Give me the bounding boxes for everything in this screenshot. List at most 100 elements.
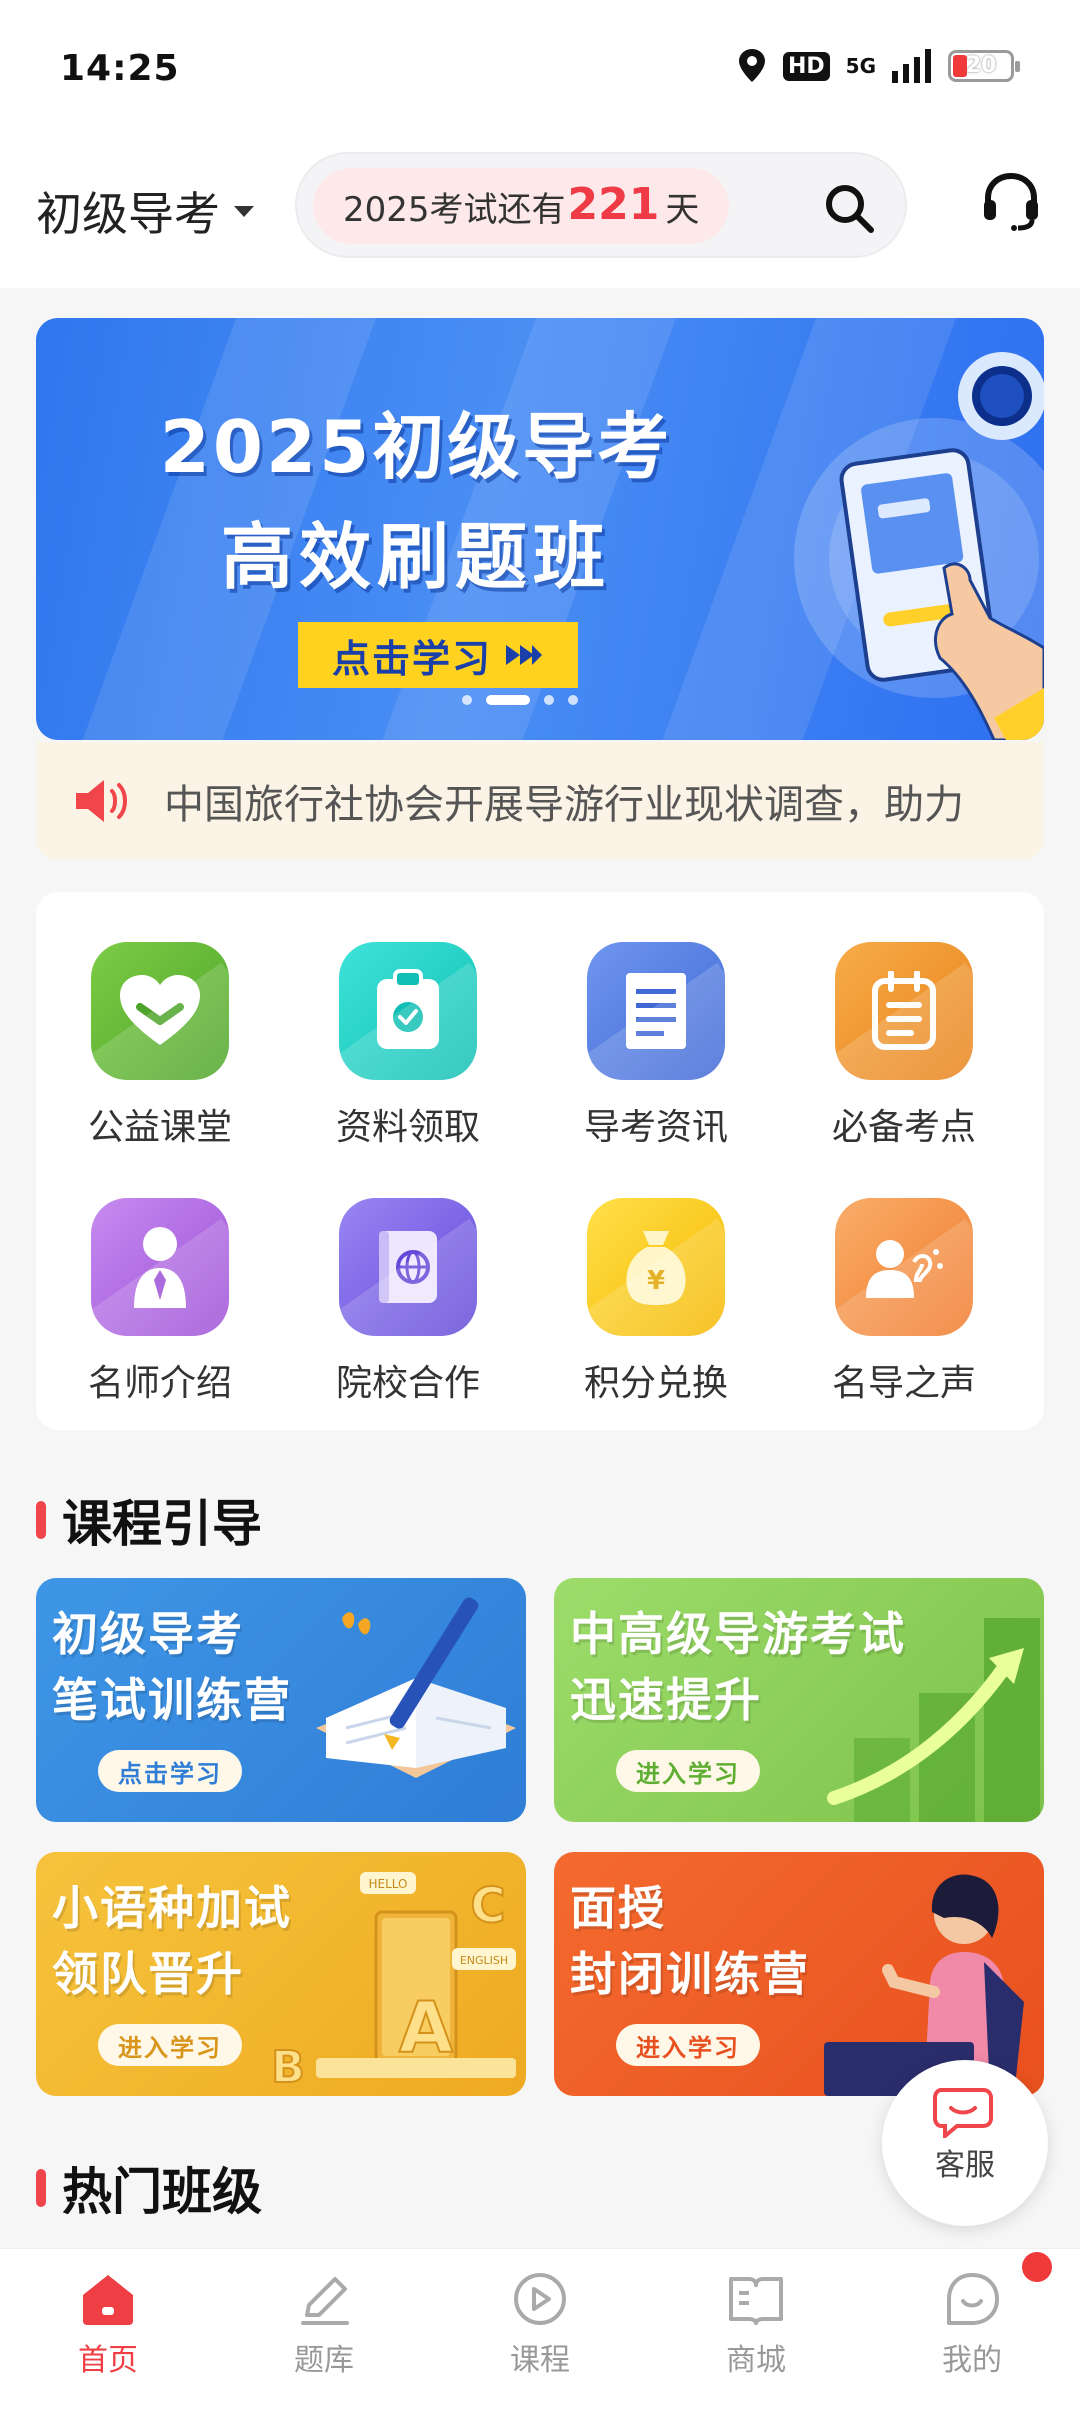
- banner-pagination: [462, 695, 578, 705]
- customer-service-float-button[interactable]: 客服: [882, 2060, 1048, 2226]
- grid-item-exam-news[interactable]: 导考资讯: [532, 942, 780, 1150]
- tab-question-bank[interactable]: 题库: [244, 2271, 404, 2379]
- section-hot-header: 热门班级: [36, 2152, 262, 2224]
- smile-icon: [947, 2273, 999, 2325]
- countdown-prefix: 2025考试还有: [343, 189, 566, 230]
- search-bar[interactable]: 2025考试还有 221 天: [295, 152, 907, 258]
- grid-item-schools[interactable]: 院校合作: [284, 1198, 532, 1406]
- phone-hand-illustration: [794, 352, 1044, 740]
- tab-label: 我的: [942, 2343, 1002, 2378]
- course-title-line1: 中高级导游考试: [570, 1607, 906, 1661]
- books-letters-illustration: A B C HELLO ENGLISH: [270, 1872, 516, 2094]
- exam-type-dropdown[interactable]: 初级导考: [36, 178, 254, 244]
- svg-text:B: B: [271, 2042, 305, 2093]
- course-title-line2: 领队晋升: [52, 1947, 244, 2001]
- grid-item-points-exchange[interactable]: ¥ 积分兑换: [532, 1198, 780, 1406]
- network-label: 5G: [845, 54, 876, 78]
- banner-subtitle: 高效刷题班: [220, 515, 611, 599]
- pencil-icon: [301, 2277, 349, 2325]
- banner-dot: [462, 695, 472, 705]
- course-card-primary-guide[interactable]: 初级导考 笔试训练营 点击学习: [36, 1578, 526, 1822]
- section-marker: [36, 2169, 46, 2207]
- countdown-suffix: 天: [665, 189, 700, 230]
- banner-study-button[interactable]: 点击学习: [298, 622, 578, 688]
- tab-home[interactable]: 首页: [28, 2271, 188, 2379]
- grid-label: 导考资讯: [583, 1107, 728, 1148]
- customer-service-label: 客服: [935, 2148, 995, 2183]
- book-pen-illustration: [316, 1597, 516, 1778]
- exam-countdown: 2025考试还有 221 天: [313, 168, 730, 244]
- status-time: 14:25: [60, 48, 180, 89]
- banner-button-label: 点击学习: [331, 636, 492, 681]
- exam-type-label: 初级导考: [36, 187, 220, 241]
- grid-label: 名导之声: [831, 1363, 976, 1404]
- notice-text: 中国旅行社协会开展导游行业现状调查，助力: [164, 782, 964, 828]
- voice-user-icon: [835, 1198, 973, 1336]
- svg-text:ENGLISH: ENGLISH: [460, 1954, 508, 1967]
- section-title: 热门班级: [62, 2163, 262, 2221]
- money-bag-icon: ¥: [587, 1198, 725, 1336]
- heart-icon: [91, 942, 229, 1080]
- grid-label: 公益课堂: [87, 1107, 232, 1148]
- home-icon: [83, 2275, 133, 2325]
- grid-item-guide-voices[interactable]: 名导之声: [780, 1198, 1028, 1406]
- grid-item-key-points[interactable]: 必备考点: [780, 942, 1028, 1150]
- tab-label: 商城: [726, 2343, 786, 2378]
- banner-title: 2025初级导考: [159, 405, 673, 489]
- course-title-line1: 初级导考: [52, 1607, 244, 1661]
- tab-label: 课程: [510, 2343, 570, 2378]
- headset-icon[interactable]: [980, 170, 1042, 232]
- section-title: 课程引导: [62, 1495, 262, 1553]
- status-icons: HD 5G 20: [737, 48, 1020, 84]
- notification-dot: [1022, 2252, 1052, 2282]
- status-bar: 14:25 HD 5G 20: [0, 0, 1080, 140]
- grid-label: 名师介绍: [87, 1363, 232, 1404]
- clipboard-check-icon: [339, 942, 477, 1080]
- grid-label: 院校合作: [335, 1363, 480, 1404]
- grid-label: 必备考点: [831, 1107, 976, 1148]
- banner-dot: [568, 695, 578, 705]
- course-title-line2: 笔试训练营: [52, 1673, 292, 1727]
- book-icon: [729, 2277, 783, 2325]
- course-card-minor-language[interactable]: A B C HELLO ENGLISH 小语种加试 领队晋升 进入学习: [36, 1852, 526, 2096]
- notepad-icon: [835, 942, 973, 1080]
- course-study-button[interactable]: 进入学习: [616, 1750, 760, 1792]
- fast-forward-icon: [506, 645, 542, 665]
- tab-courses[interactable]: 课程: [460, 2271, 620, 2379]
- course-title-line1: 面授: [570, 1881, 666, 1935]
- document-icon: [587, 942, 725, 1080]
- grid-label: 资料领取: [335, 1107, 480, 1148]
- grid-item-materials[interactable]: 资料领取: [284, 942, 532, 1150]
- course-card-advanced-guide[interactable]: 中高级导游考试 迅速提升 进入学习: [554, 1578, 1044, 1822]
- svg-text:A: A: [399, 1987, 453, 2069]
- grid-label: 积分兑换: [583, 1363, 728, 1404]
- svg-text:C: C: [470, 1878, 505, 1934]
- app-page: 14:25 HD 5G 20 初级导考 2025考试还有 221 天 2025初…: [0, 0, 1080, 2412]
- course-study-button[interactable]: 进入学习: [616, 2024, 760, 2066]
- hd-badge: HD: [782, 51, 830, 81]
- svg-text:¥: ¥: [647, 1266, 665, 1296]
- section-courses-header: 课程引导: [36, 1484, 262, 1556]
- speaker-icon: [76, 780, 127, 822]
- signal-icon: [892, 49, 931, 83]
- countdown-days: 221: [567, 178, 660, 230]
- promo-banner[interactable]: 2025初级导考 高效刷题班 点击学习: [36, 318, 1044, 740]
- news-ticker[interactable]: 中国旅行社协会开展导游行业现状调查，助力: [36, 742, 1044, 860]
- top-header: 初级导考 2025考试还有 221 天: [0, 140, 1080, 288]
- bottom-nav: 首页 题库 课程 商城 我的: [0, 2248, 1080, 2412]
- course-study-button[interactable]: 进入学习: [98, 2024, 242, 2066]
- tab-store[interactable]: 商城: [676, 2271, 836, 2379]
- tab-label: 首页: [78, 2343, 138, 2378]
- tab-mine[interactable]: 我的: [892, 2271, 1052, 2379]
- course-study-button[interactable]: 点击学习: [98, 1750, 242, 1792]
- grid-item-teachers[interactable]: 名师介绍: [36, 1198, 284, 1406]
- search-icon[interactable]: [823, 182, 875, 234]
- grid-item-public-class[interactable]: 公益课堂: [36, 942, 284, 1150]
- chevron-down-icon: [234, 205, 254, 217]
- teacher-icon: [91, 1198, 229, 1336]
- tab-label: 题库: [294, 2343, 354, 2378]
- section-marker: [36, 1501, 46, 1539]
- course-title-line1: 小语种加试: [52, 1881, 292, 1935]
- svg-text:HELLO: HELLO: [369, 1877, 408, 1891]
- banner-dot-active: [486, 695, 530, 705]
